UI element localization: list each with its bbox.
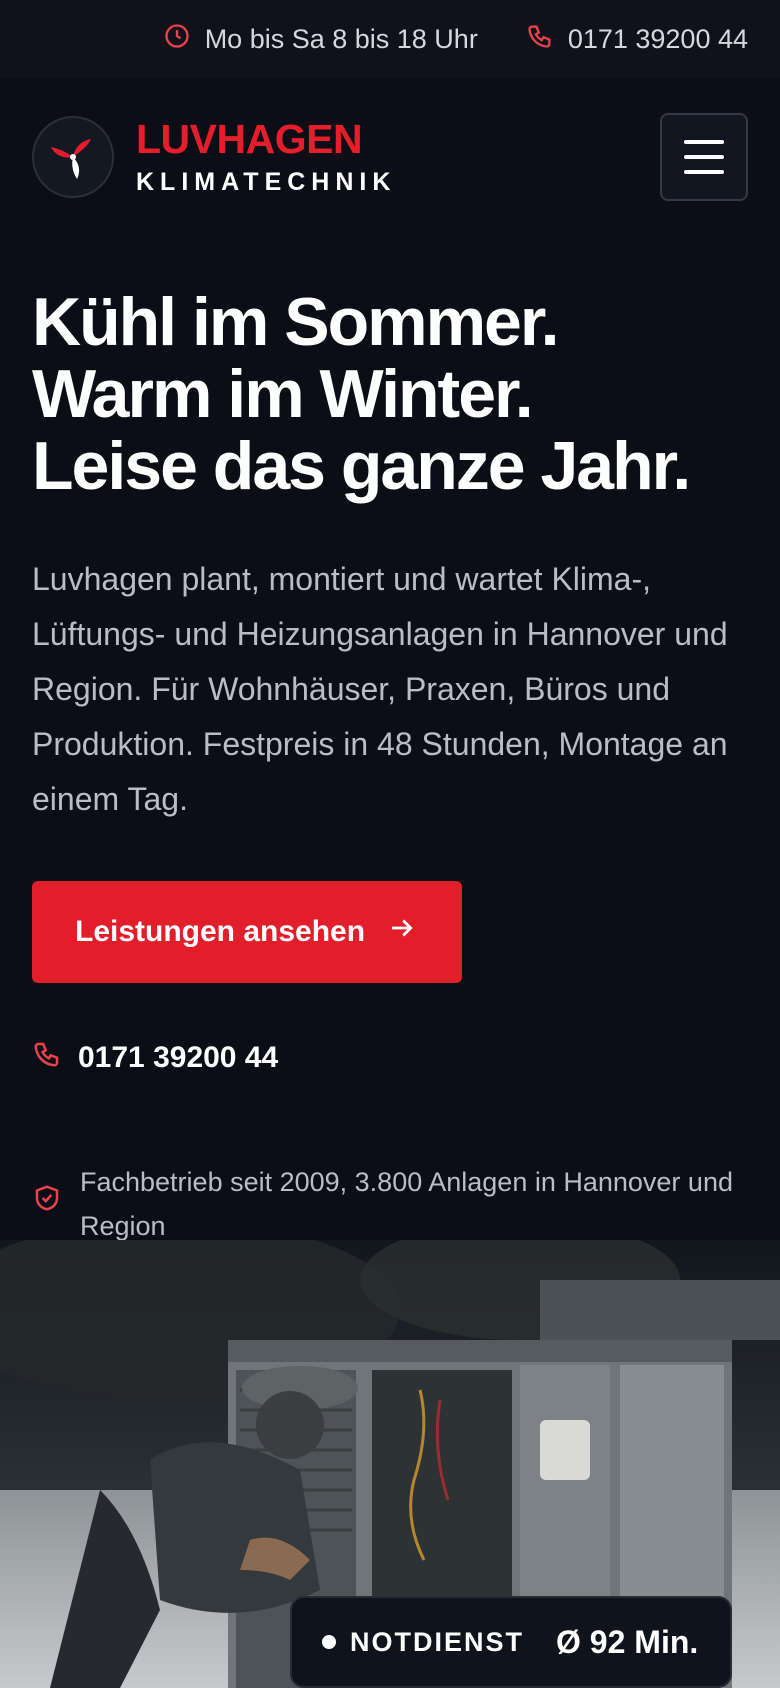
hero-phone-link[interactable]: 0171 39200 44 (32, 1039, 748, 1077)
brand-name: LUVHAGEN (136, 116, 363, 162)
hero-title-line-2: Warm im Winter. (32, 356, 534, 433)
hero-title-line-3: Leise das ganze Jahr. (32, 428, 691, 505)
hamburger-menu-button[interactable] (660, 113, 748, 201)
badge-label: NOTDIENST (350, 1626, 525, 1657)
hero-title: Kühl im Sommer. Warm im Winter. Leise da… (32, 286, 748, 502)
arrow-right-icon (387, 913, 417, 951)
topbar-phone-text: 0171 39200 44 (567, 23, 748, 54)
topbar-phone-link[interactable]: 0171 39200 44 (526, 22, 748, 57)
hero-lead-text: Luvhagen plant, montiert und wartet Klim… (32, 561, 728, 818)
top-info-bar: Mo bis Sa 8 bis 18 Uhr 0171 39200 44 (0, 0, 780, 78)
fan-logo-icon (32, 116, 114, 198)
opening-hours-text: Mo bis Sa 8 bis 18 Uhr (204, 23, 478, 54)
status-dot-icon (322, 1635, 336, 1649)
shield-check-icon (32, 1161, 62, 1226)
hero-title-line-1: Kühl im Sommer. (32, 284, 559, 360)
hero-section: Kühl im Sommer. Warm im Winter. Leise da… (0, 236, 780, 1248)
brand-subtitle: KLIMATECHNIK (136, 168, 397, 196)
opening-hours: Mo bis Sa 8 bis 18 Uhr (163, 22, 478, 57)
phone-icon (526, 22, 554, 57)
badge-value: Ø 92 Min. (556, 1623, 699, 1660)
clock-icon (163, 22, 191, 57)
services-cta-button[interactable]: Leistungen ansehen (32, 881, 462, 984)
phone-icon (32, 1039, 62, 1077)
hamburger-menu-icon (684, 140, 724, 144)
emergency-service-badge: NOTDIENST Ø 92 Min. (290, 1596, 732, 1688)
cta-label: Leistungen ansehen (75, 915, 366, 949)
hero-phone-text: 0171 39200 44 (78, 1041, 279, 1075)
site-header: LUVHAGEN KLIMATECHNIK (0, 78, 780, 236)
trust-text: Fachbetrieb seit 2009, 3.800 Anlagen in … (80, 1167, 733, 1241)
trust-note: Fachbetrieb seit 2009, 3.800 Anlagen in … (32, 1161, 748, 1247)
brand-logo-link[interactable]: LUVHAGEN KLIMATECHNIK (32, 116, 396, 198)
